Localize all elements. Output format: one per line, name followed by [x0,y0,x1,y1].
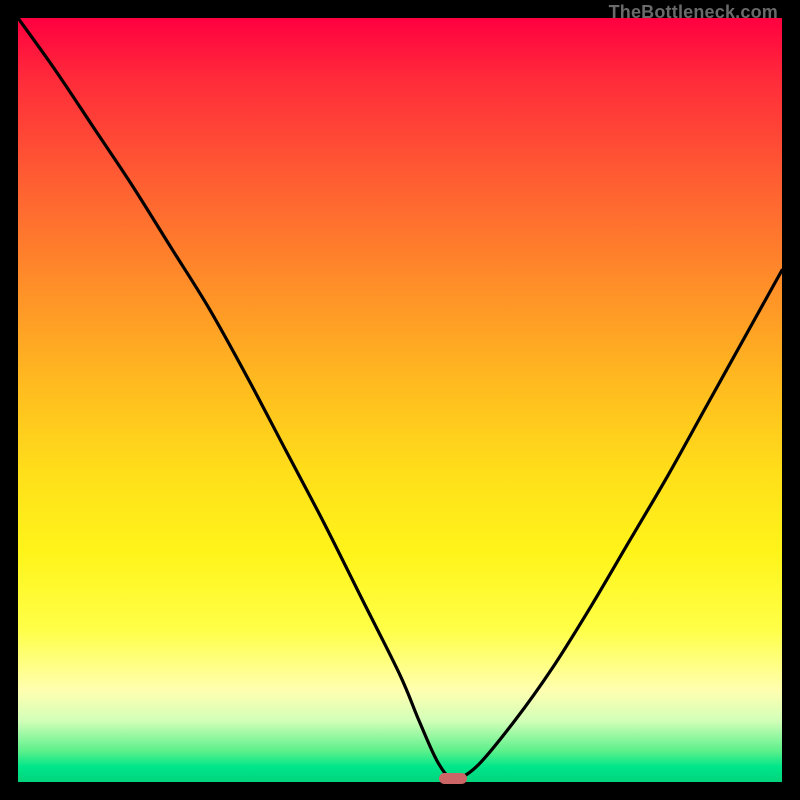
minimum-marker [439,773,467,784]
bottleneck-curve [18,18,782,782]
watermark: TheBottleneck.com [609,2,778,23]
chart-frame: TheBottleneck.com [0,0,800,800]
plot-area [18,18,782,782]
